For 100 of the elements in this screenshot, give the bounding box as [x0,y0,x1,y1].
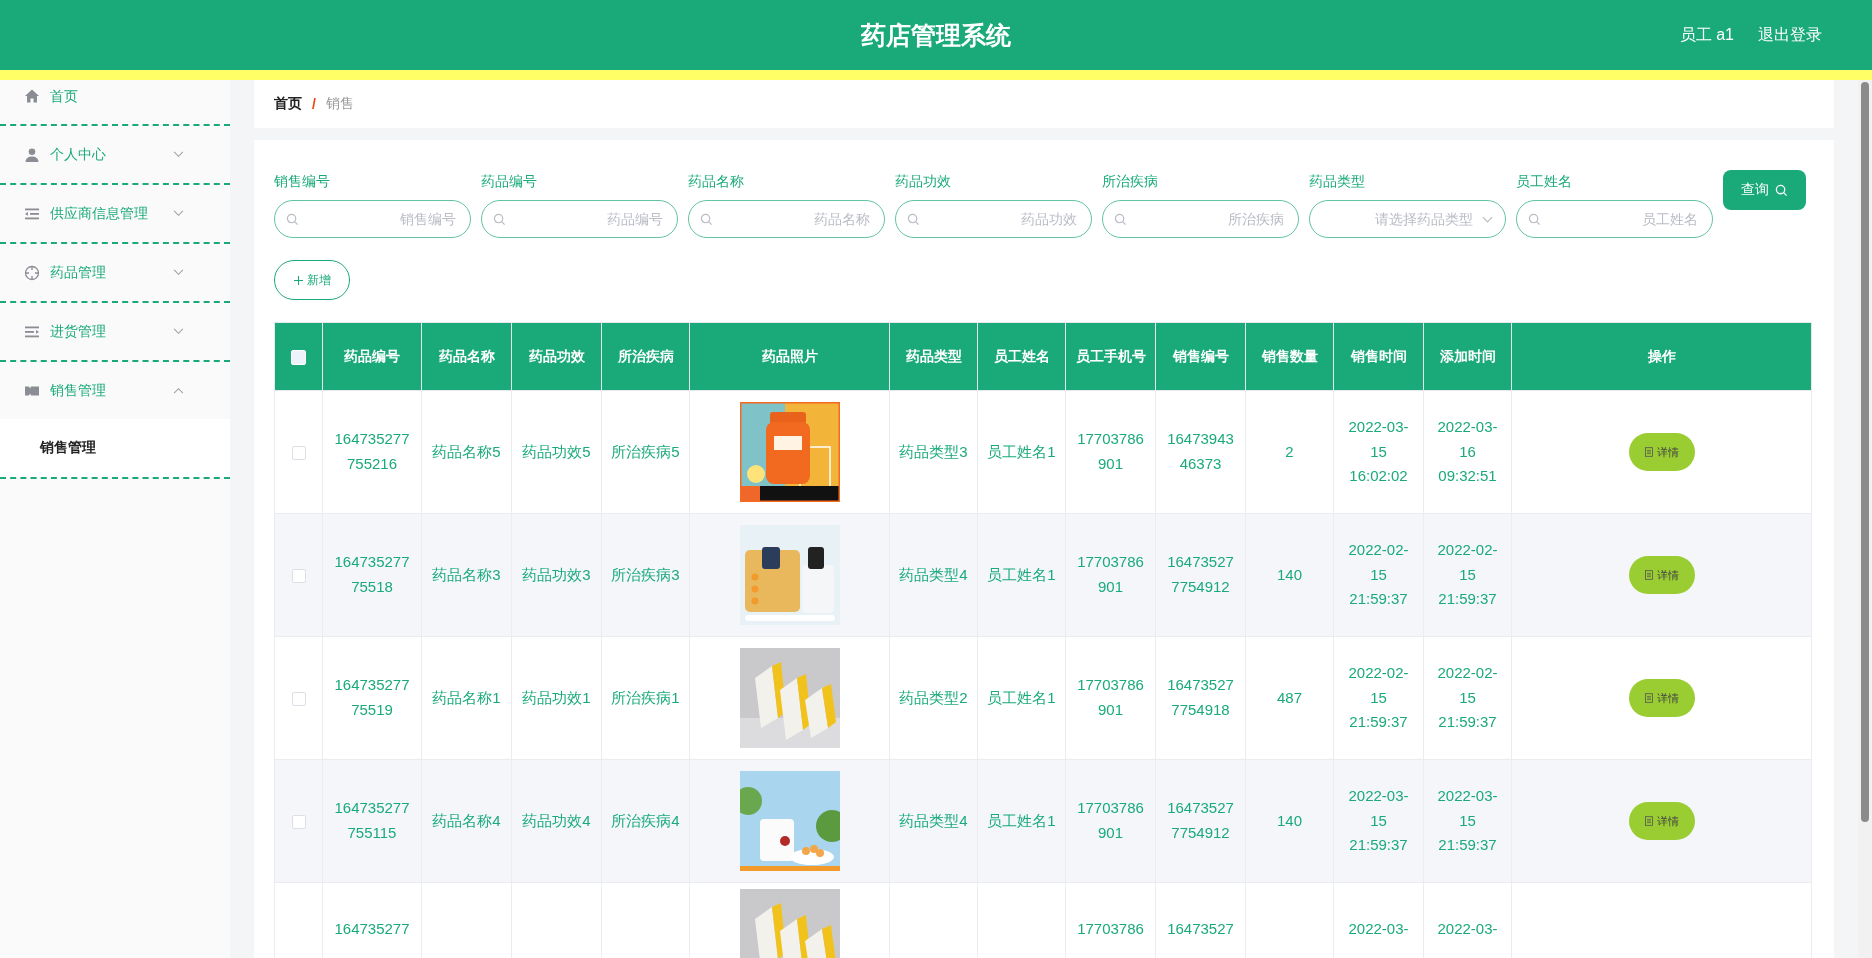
field-label: 销售编号 [274,172,331,191]
table-cell: 16473527 [1167,920,1234,937]
search-icon [907,213,920,226]
table-cell: 16473527775518 [334,553,410,595]
column-header: 销售时间 [1333,322,1424,391]
breadcrumb-link[interactable]: 销售 [325,95,354,113]
app-title: 药店管理系统 [861,19,1011,51]
column-header: 药品名称 [421,322,512,391]
table-cell: 140 [1277,565,1302,583]
table-cell: 员工姓名1 [987,688,1056,706]
document-icon [1644,447,1653,457]
table-cell: 员工姓名1 [987,565,1056,583]
row-checkbox[interactable] [291,691,306,706]
table-cell: 员工姓名1 [987,811,1056,829]
column-header: 药品功效 [511,322,602,391]
table-cell: 487 [1277,688,1302,706]
menu-item[interactable]: 供应商信息管理 [0,185,230,242]
search-icon [1114,213,1127,226]
table-cell: 药品名称5 [432,442,501,460]
search-field[interactable]: 员工姓名 [1516,200,1713,238]
table-cell: 药品功效5 [522,442,591,460]
column-header: 销售数量 [1245,322,1334,391]
table-cell: 药品功效3 [522,565,591,583]
field-label: 员工姓名 [1516,172,1573,191]
scrollbar[interactable] [1858,80,1872,958]
table-cell: 所治疾病3 [611,565,680,583]
table-cell: 2022-02-15 21:59:37 [1348,540,1409,608]
search-field[interactable]: 药品功效 [895,200,1092,238]
add-button[interactable]: 新增 [274,260,350,300]
table-cell: 2022-03- [1348,920,1409,937]
table-cell: 140 [1277,811,1302,829]
column-header: 所治疾病 [601,322,690,391]
detail-button[interactable]: 详情 [1628,679,1695,717]
detail-button[interactable]: 详情 [1628,433,1695,471]
table-cell: 药品名称4 [432,811,501,829]
column-header: 员工姓名 [977,322,1066,391]
plus-icon [293,275,303,285]
table-cell: 2022-03- [1437,920,1498,937]
table-cell: 药品类型2 [899,688,968,706]
select-all-checkbox[interactable] [291,349,306,365]
menu-item[interactable]: 首页 [0,80,230,124]
column-header: 药品照片 [689,322,890,391]
user-name: 员工 a1 [1679,24,1734,45]
chevron-up-icon [173,387,184,394]
table-cell: 2022-03-16 09:32:51 [1437,417,1498,485]
field-label: 药品功效 [895,172,952,191]
document-icon [1644,693,1653,703]
home-icon [24,88,40,104]
search-field[interactable]: 销售编号 [274,200,471,238]
search-icon [1528,213,1541,226]
table-cell: 所治疾病5 [611,442,680,460]
table-cell: 17703786901 [1077,430,1144,472]
table-cell: 17703786901 [1077,553,1144,595]
chevron-down-icon [173,269,184,276]
row-checkbox[interactable] [291,445,306,460]
search-icon [1775,183,1788,197]
logout-link[interactable]: 退出登录 [1758,24,1822,46]
field-label: 药品类型 [1309,172,1366,191]
detail-button[interactable]: 详情 [1628,802,1695,840]
column-header: 操作 [1511,322,1812,391]
search-field[interactable]: 药品名称 [688,200,885,238]
search-field[interactable]: 所治疾病 [1102,200,1299,238]
field-label: 所治疾病 [1102,172,1159,191]
table-cell: 2022-02-15 21:59:37 [1348,663,1409,731]
search-icon [286,213,299,226]
detail-button[interactable]: 详情 [1628,556,1695,594]
table-cell: 药品功效1 [522,688,591,706]
document-icon [1644,570,1653,580]
crosshair-icon [24,264,40,281]
menu-item[interactable]: 药品管理 [0,244,230,301]
table-cell: 药品类型4 [899,811,968,829]
table-cell: 2022-02-15 21:59:37 [1437,540,1498,608]
column-header: 药品编号 [322,322,422,391]
menu-item[interactable]: 进货管理 [0,303,230,360]
table-cell: 164735277755216 [334,430,410,472]
submenu-item[interactable]: 销售管理 [0,419,230,477]
table-cell: 药品类型3 [899,442,968,460]
row-checkbox[interactable] [291,814,306,829]
row-checkbox[interactable] [291,568,306,583]
search-field[interactable]: 药品编号 [481,200,678,238]
table-cell: 17703786901 [1077,676,1144,718]
menu-item[interactable]: 销售管理 [0,362,230,419]
table-cell: 药品名称1 [432,688,501,706]
breadcrumb-link[interactable]: 首页 [274,95,302,113]
table-cell: 1647394346373 [1167,430,1234,472]
table-cell: 16473527775519 [334,676,410,718]
search-icon [700,213,713,226]
table-cell: 164735277754912 [1167,553,1234,595]
select-field[interactable]: 请选择药品类型 [1309,200,1506,238]
query-button[interactable]: 查询 [1723,170,1806,210]
person-icon [24,146,40,163]
field-label: 药品编号 [481,172,538,191]
column-header: 员工手机号 [1065,322,1156,391]
table-cell: 2022-03-15 21:59:37 [1348,786,1409,854]
column-header: 药品类型 [889,322,978,391]
menu-item[interactable]: 个人中心 [0,126,230,183]
column-header: 销售编号 [1155,322,1246,391]
table-cell: 所治疾病1 [611,688,680,706]
document-icon [1644,816,1653,826]
table-cell: 员工姓名1 [987,442,1056,460]
